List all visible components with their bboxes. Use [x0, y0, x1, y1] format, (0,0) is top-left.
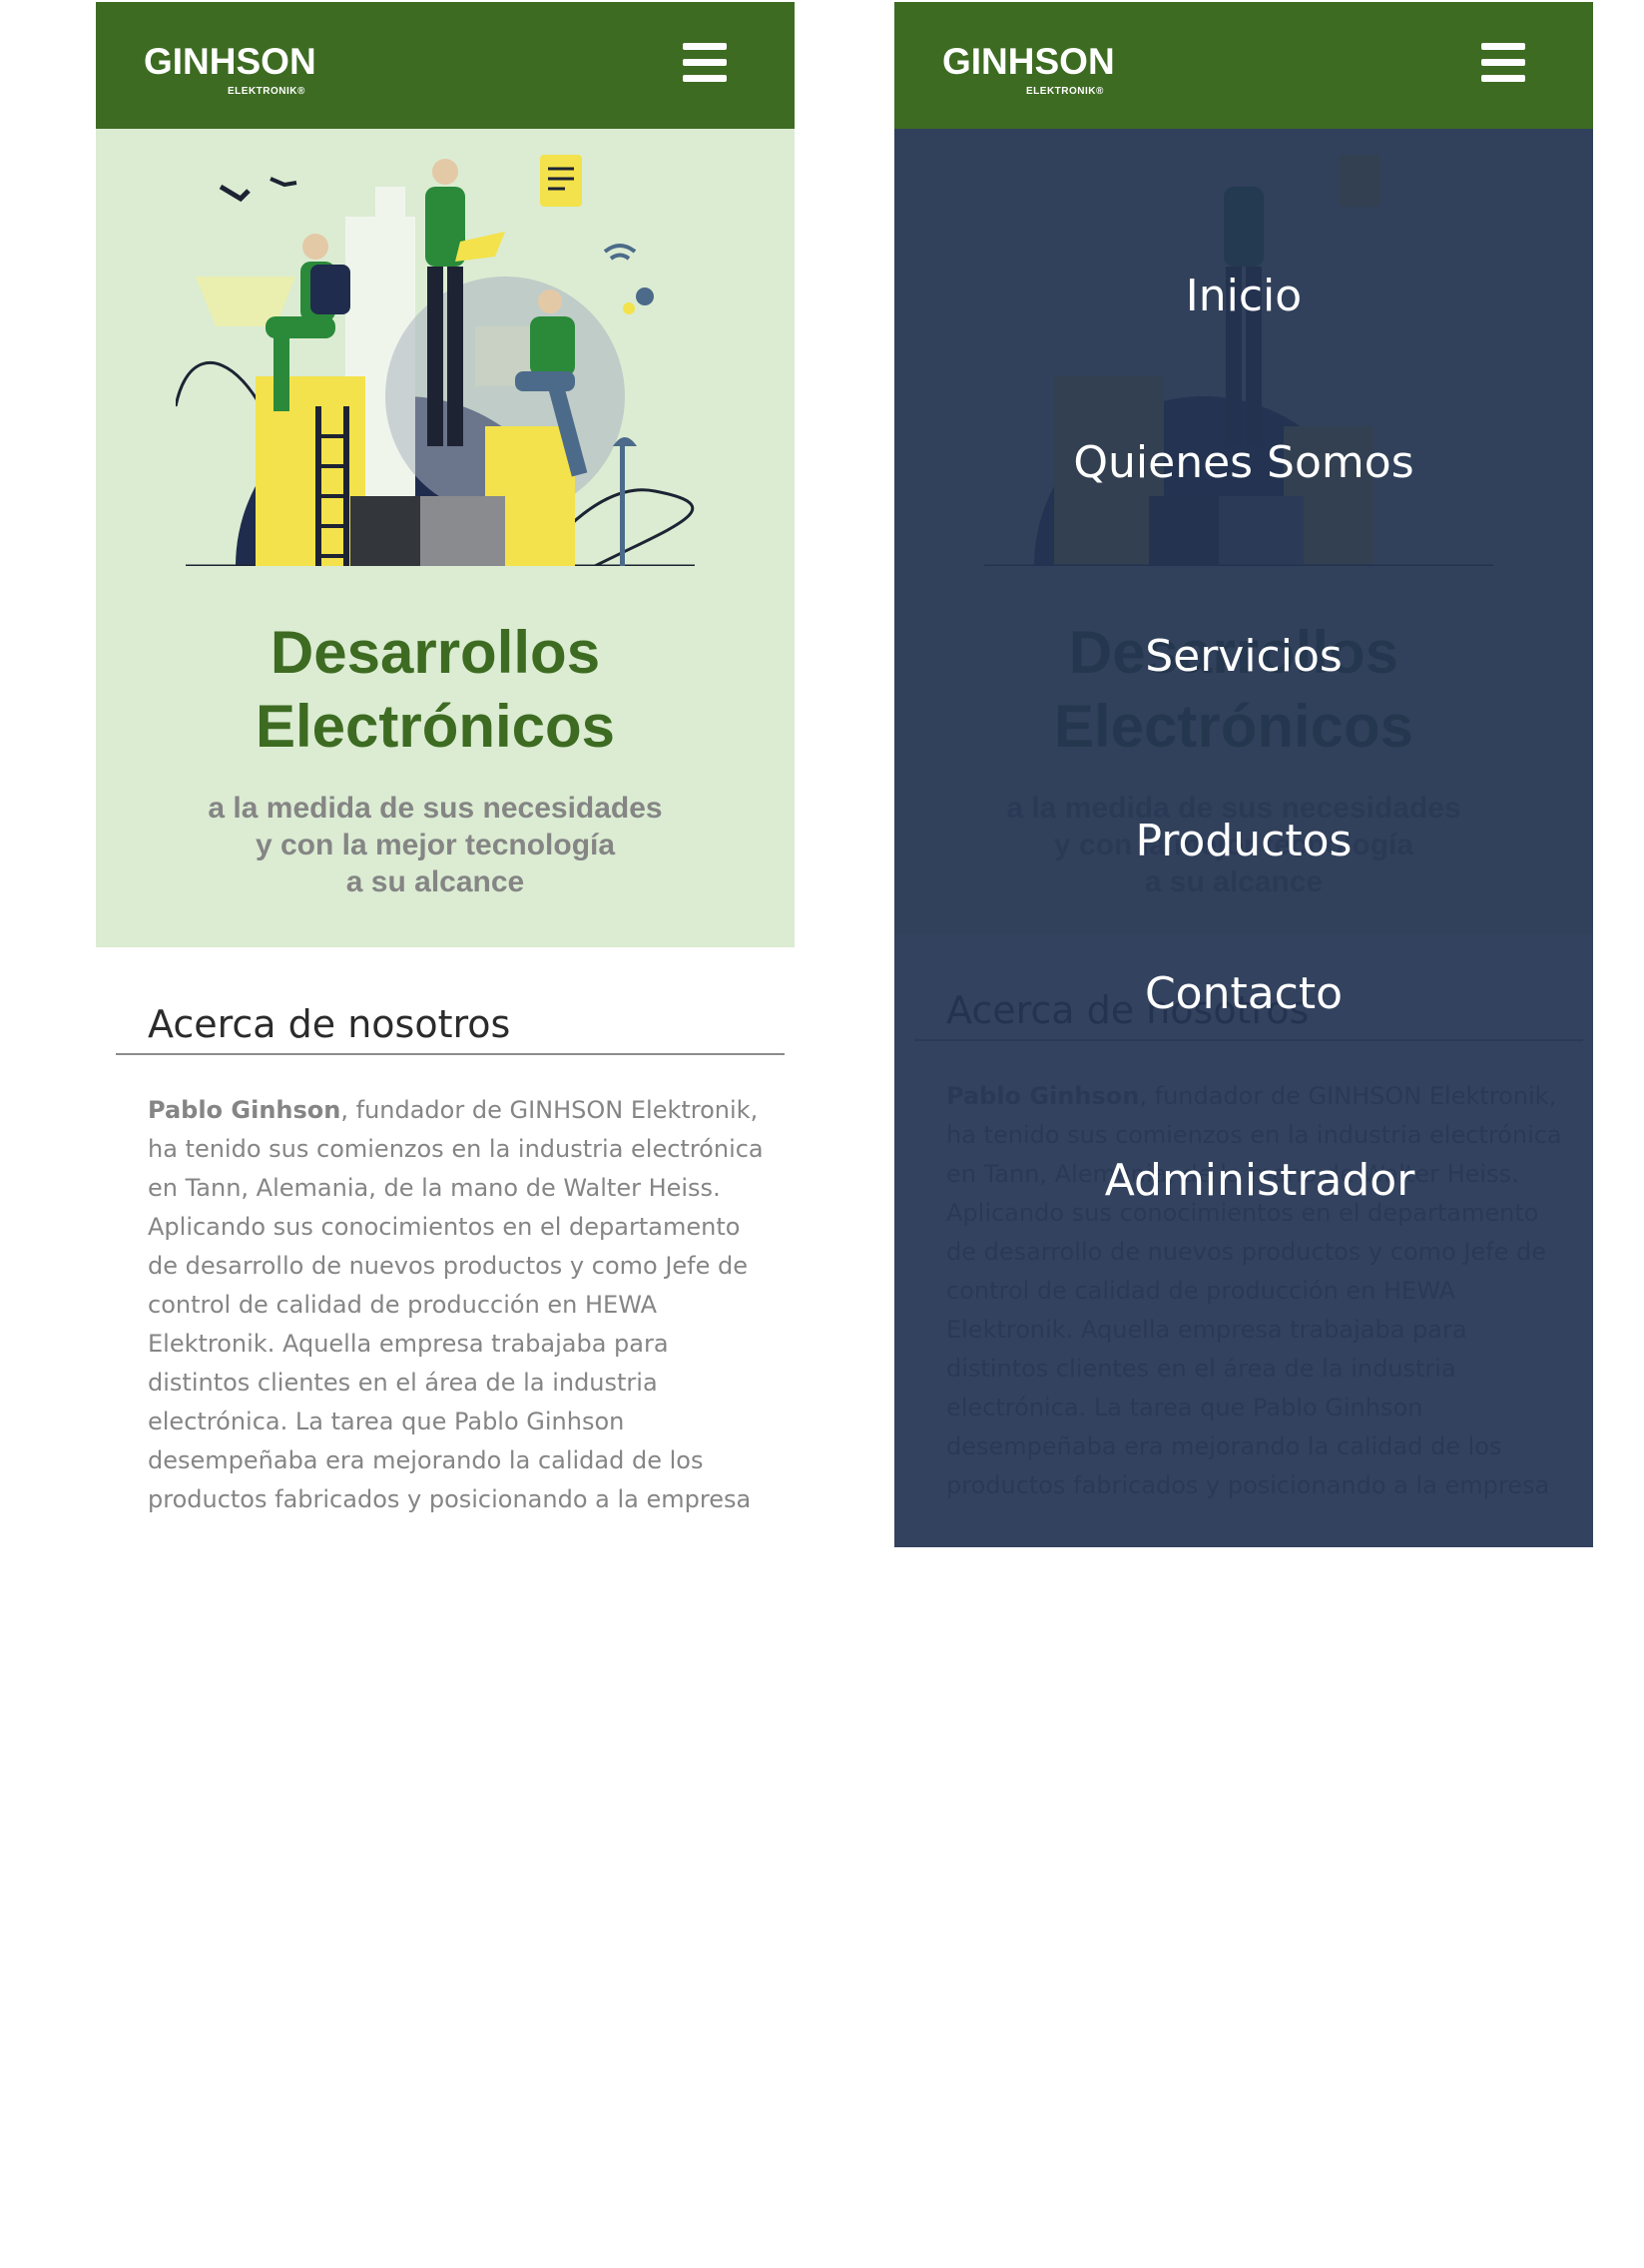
about-lead-name: Pablo Ginhson: [148, 1096, 341, 1124]
about-divider: [116, 1053, 785, 1055]
menu-item-administrador[interactable]: Administrador: [910, 1154, 1593, 1208]
menu-item-productos[interactable]: Productos: [894, 815, 1593, 868]
hero-title: Desarrollos Electrónicos: [96, 616, 775, 764]
logo-subtext: ELEKTRONIK®: [1026, 86, 1104, 97]
hamburger-icon[interactable]: [1481, 40, 1525, 84]
hamburger-icon[interactable]: [683, 40, 727, 84]
phone-screen-page: GINHSON ELEKTRONIK® Desarrollos Electrón…: [96, 2, 795, 1547]
ginhson-logo[interactable]: GINHSON ELEKTRONIK®: [942, 32, 1115, 102]
site-header: GINHSON ELEKTRONIK®: [894, 2, 1593, 129]
logo-text: GINHSON: [144, 41, 316, 82]
hero-subtitle-line1: a la medida de sus necesidades: [208, 792, 663, 825]
logo-subtext: ELEKTRONIK®: [228, 86, 305, 97]
site-header: GINHSON ELEKTRONIK®: [96, 2, 795, 129]
hero-section: Desarrollos Electrónicos a la medida de …: [96, 129, 795, 947]
menu-item-quienes-somos[interactable]: Quienes Somos: [894, 436, 1593, 490]
about-heading: Acerca de nosotros: [148, 1002, 511, 1046]
about-section: Acerca de nosotros Pablo Ginhson, fundad…: [96, 947, 795, 1546]
team-illustration: [176, 155, 695, 566]
menu-item-contacto[interactable]: Contacto: [894, 967, 1593, 1021]
about-paragraph: Pablo Ginhson, fundador de GINHSON Elekt…: [148, 1091, 767, 1519]
phone-screen-menu-open: GINHSON ELEKTRONIK® Desarrollos Electrón…: [894, 2, 1593, 1547]
nav-menu-overlay: Inicio Quienes Somos Servicios Productos…: [894, 129, 1593, 1547]
ginhson-logo[interactable]: GINHSON ELEKTRONIK®: [144, 32, 316, 102]
hero-subtitle-line3: a su alcance: [345, 865, 525, 898]
about-body: , fundador de GINHSON Elektronik, ha ten…: [148, 1096, 764, 1513]
logo-text: GINHSON: [942, 41, 1115, 82]
hero-subtitle-line2: y con la mejor tecnología: [255, 829, 616, 861]
hero-title-line2: Electrónicos: [255, 693, 616, 760]
menu-item-inicio[interactable]: Inicio: [894, 270, 1593, 323]
menu-item-servicios[interactable]: Servicios: [894, 630, 1593, 684]
hero-title-line1: Desarrollos: [270, 619, 601, 686]
hero-subtitle: a la medida de sus necesidades y con la …: [96, 790, 775, 900]
